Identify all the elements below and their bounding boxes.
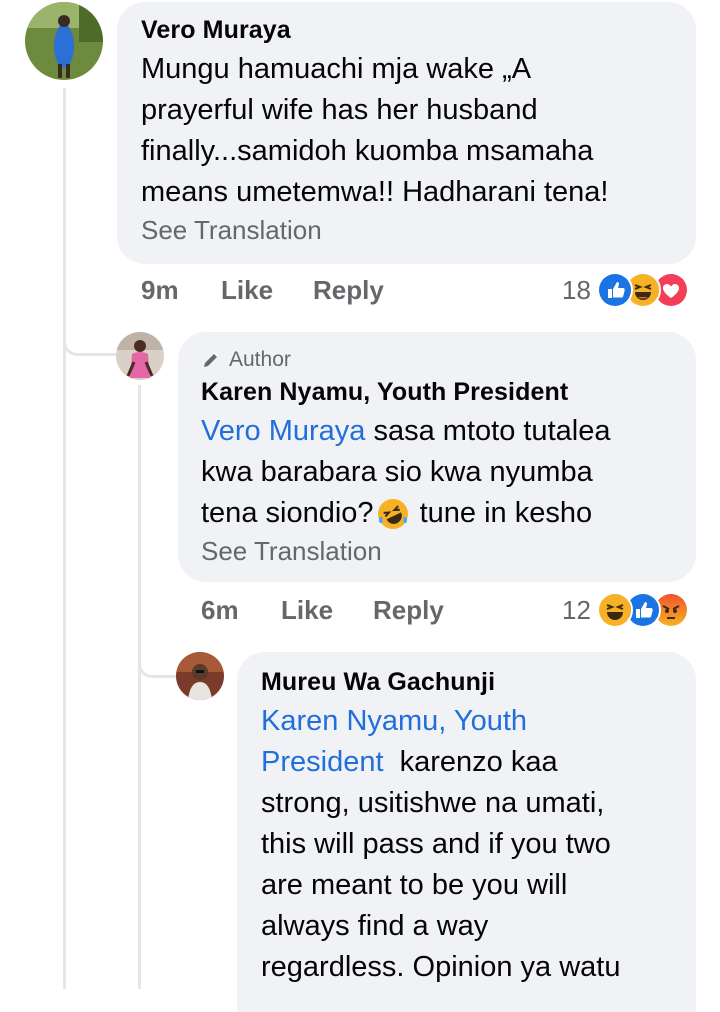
comment-text-line: Vero Muraya sasa mtoto tutalea — [201, 411, 696, 452]
comment-text-line: kwa barabara sio kwa nyumba — [201, 456, 593, 488]
comment-text-line: regardless. Opinion ya watu — [261, 951, 621, 983]
comment-text-line: means umetemwa!! Hadharani tena! — [141, 176, 609, 208]
comment-text-line: finally...samidoh kuomba msamaha — [141, 135, 594, 167]
comment-bubble-karen[interactable]: Author Karen Nyamu, Youth President Vero… — [178, 332, 696, 582]
comment-bubble-mureu[interactable]: Mureu Wa Gachunji Karen Nyamu, Youth Pre… — [237, 652, 696, 1012]
thread-line-main — [63, 88, 66, 989]
like-button[interactable]: Like — [281, 595, 333, 626]
like-icon — [596, 272, 633, 308]
avatar-karen[interactable] — [116, 332, 164, 380]
see-translation-link[interactable]: See Translation — [201, 536, 696, 567]
comment-text: Mungu hamuachi mja wake „A prayerful wif… — [141, 49, 696, 213]
comment-text-span: sasa mtoto tutalea — [365, 415, 611, 447]
comment-text: Vero Muraya sasa mtoto tutalea kwa barab… — [201, 411, 696, 534]
author-badge: Author — [201, 348, 696, 372]
haha-icon — [596, 592, 633, 628]
reaction-count: 18 — [562, 274, 591, 305]
comment-bubble-vero[interactable]: Vero Muraya Mungu hamuachi mja wake „A p… — [117, 2, 696, 264]
comment-timestamp[interactable]: 6m — [201, 595, 239, 626]
mention-link[interactable]: Karen Nyamu, Youth — [261, 701, 696, 742]
author-badge-label: Author — [229, 348, 291, 371]
comment-text-line: Mungu hamuachi mja wake „A — [141, 53, 532, 85]
comment-text-line: tena siondio? tune in kesho — [201, 493, 696, 534]
pencil-icon — [201, 350, 221, 370]
comment-text-line: strong, usitishwe na umati, — [261, 787, 605, 819]
thread-elbow-reply-2 — [138, 622, 180, 678]
comment-author-name[interactable]: Vero Muraya — [141, 16, 696, 45]
reactions-summary[interactable]: 12 — [562, 592, 689, 628]
reaction-count: 12 — [562, 594, 591, 625]
mention-link[interactable]: President — [261, 746, 384, 778]
mention-link[interactable]: Vero Muraya — [201, 415, 365, 447]
comment-author-name[interactable]: Mureu Wa Gachunji — [261, 668, 696, 697]
comment-text-line: this will pass and if you two — [261, 828, 611, 860]
comment-text-line: prayerful wife has her husband — [141, 94, 538, 126]
reactions-summary[interactable]: 18 — [562, 272, 689, 308]
comment-text-span: tena siondio? — [201, 497, 374, 529]
comment-text-line: always find a way — [261, 910, 489, 942]
reply-button[interactable]: Reply — [313, 275, 384, 306]
comment-text-line: President karenzo kaa — [261, 742, 696, 783]
reply-button[interactable]: Reply — [373, 595, 444, 626]
thread-line-reply — [138, 385, 141, 989]
comment-text: Karen Nyamu, Youth President karenzo kaa… — [261, 701, 696, 988]
avatar-vero[interactable] — [25, 2, 103, 80]
comment-text-span: karenzo kaa — [383, 746, 558, 778]
comment-text-line: are meant to be you will — [261, 869, 568, 901]
like-button[interactable]: Like — [221, 275, 273, 306]
see-translation-link[interactable]: See Translation — [141, 215, 696, 246]
thread-elbow-reply-1 — [63, 300, 121, 356]
comment-author-name[interactable]: Karen Nyamu, Youth President — [201, 378, 696, 407]
rofl-emoji-icon — [376, 497, 410, 531]
avatar-mureu[interactable] — [176, 652, 224, 700]
comment-text-span: tune in kesho — [411, 497, 593, 529]
comment-timestamp[interactable]: 9m — [141, 275, 179, 306]
